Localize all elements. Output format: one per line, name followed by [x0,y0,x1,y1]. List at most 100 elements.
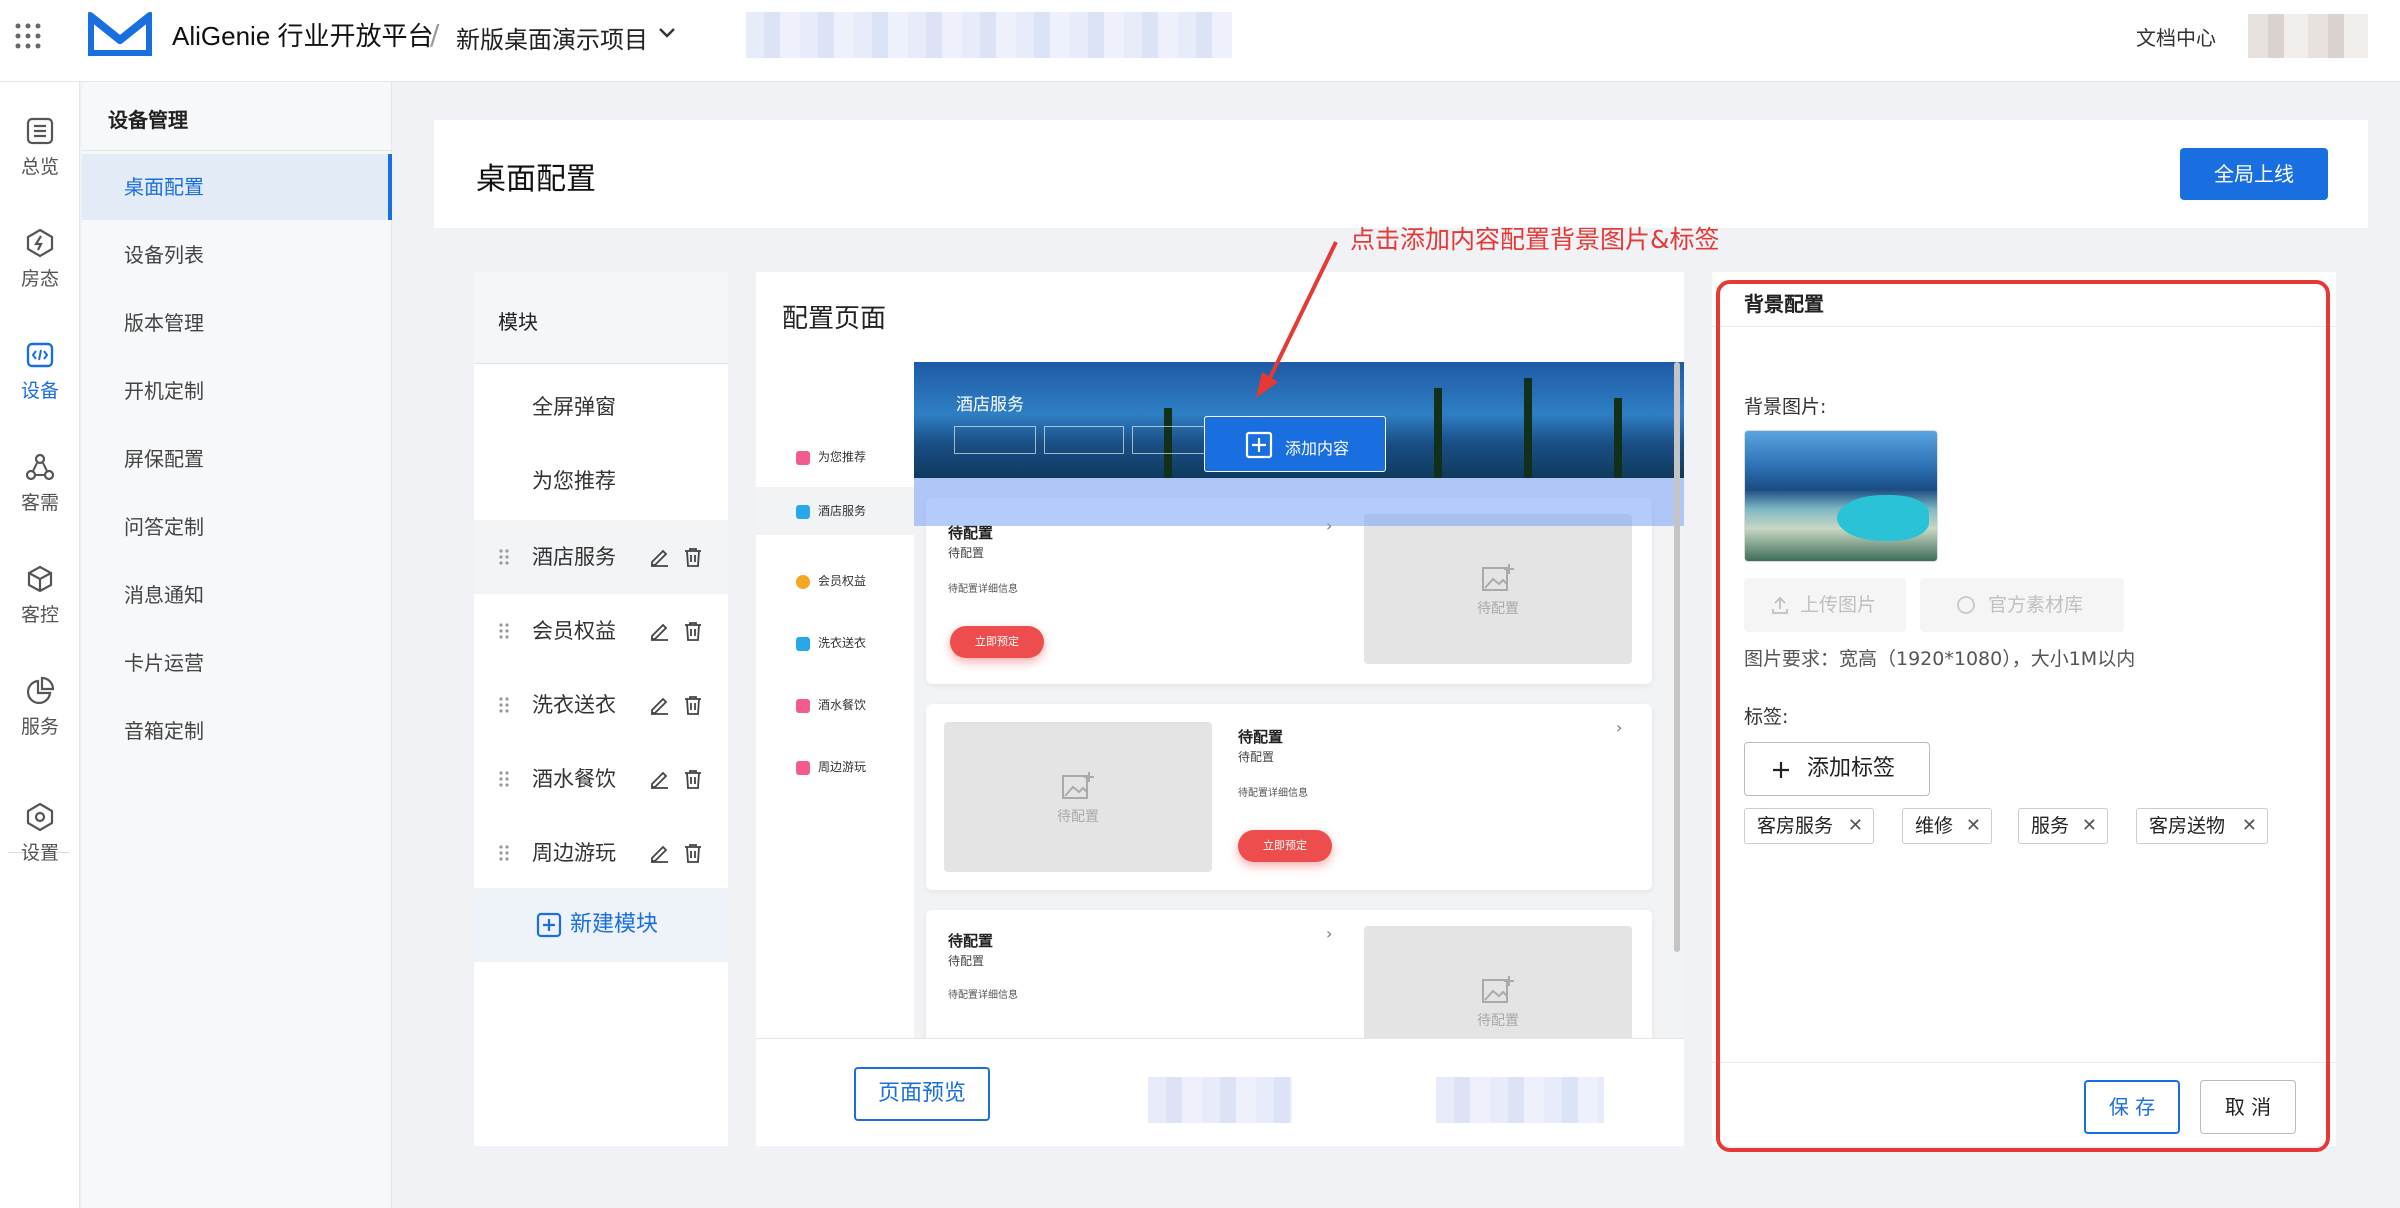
rail-item-services[interactable]: 服务 [0,676,80,739]
chevron-down-icon[interactable] [658,26,676,40]
rail-label: 房态 [20,268,59,290]
module-item[interactable]: 酒店服务 [474,520,728,594]
rail-label: 客控 [20,604,59,626]
preview-scrollbar[interactable] [1674,362,1680,952]
banner-tab[interactable] [954,426,1036,454]
annotation-text: 点击添加内容配置背景图片&标签 [1350,225,1720,254]
card-title: 待配置 [1238,728,1284,746]
chevron-right-icon[interactable]: › [1326,924,1332,943]
module-label: 洗衣送衣 [532,693,616,717]
subnav-item-boot[interactable]: 开机定制 [82,358,392,424]
palm-shape [1614,398,1622,478]
rail-label: 总览 [20,156,59,178]
subnav-item-device-list[interactable]: 设备列表 [82,222,392,288]
aligenie-logo[interactable] [88,12,152,58]
category-label: 周边游玩 [818,760,867,774]
banner-tab[interactable] [1044,426,1124,454]
redacted-button[interactable] [1436,1077,1604,1123]
drag-handle-icon[interactable] [498,622,510,640]
image-placeholder[interactable]: 待配置 [944,722,1212,872]
drag-handle-icon[interactable] [498,770,510,788]
config-footer: 页面预览 [756,1038,1684,1146]
module-item[interactable]: 洗衣送衣 [474,668,728,742]
subnav-item-messages[interactable]: 消息通知 [82,562,392,628]
edit-icon[interactable] [648,620,670,642]
image-add-icon [1062,772,1094,799]
rail-item-overview[interactable]: 总览 [0,116,80,179]
breadcrumb-separator: / [430,18,440,51]
category-label: 会员权益 [818,574,867,588]
highlight-box [1716,280,2330,1152]
code-icon [26,342,54,368]
chevron-right-icon[interactable]: › [1616,718,1622,737]
preview-category-list: 为您推荐 酒店服务 会员权益 洗衣送衣 酒水餐饮 周边游玩 [756,362,914,1038]
content-card[interactable]: 待配置 待配置 待配置详细信息 › 待配置 [926,910,1652,1038]
module-item[interactable]: 会员权益 [474,594,728,668]
divider [82,150,392,151]
project-selector[interactable]: 新版桌面演示项目 [456,20,648,55]
module-item[interactable]: 酒水餐饮 [474,742,728,816]
trash-icon[interactable] [682,768,704,790]
category-icon [796,698,810,713]
trash-icon[interactable] [682,842,704,864]
content-card[interactable]: 待配置 待配置 待配置 待配置详细信息 立即预定 › [926,704,1652,890]
rail-item-settings[interactable]: 设置 [0,802,80,865]
brand-title: AliGenie 行业开放平台 [172,21,434,51]
module-item[interactable]: 全屏弹窗 [474,370,728,444]
docs-center-link[interactable]: 文档中心 [2136,22,2216,51]
drag-handle-icon[interactable] [498,844,510,862]
rail-label: 客需 [20,492,59,514]
rail-item-room-status[interactable]: 房态 [0,228,80,291]
preview-category[interactable]: 洗衣送衣 [796,634,866,651]
redacted-button[interactable] [1148,1077,1292,1123]
rail-item-guest-needs[interactable]: 客需 [0,452,80,515]
preview-category[interactable]: 会员权益 [796,572,866,589]
subnav-item-qa[interactable]: 问答定制 [82,494,392,560]
module-label: 会员权益 [532,619,616,643]
book-now-button[interactable]: 立即预定 [950,626,1044,658]
new-module-button[interactable]: 新建模块 [474,888,728,962]
module-label: 周边游玩 [532,841,616,865]
subnav-item-screensaver[interactable]: 屏保配置 [82,426,392,492]
book-now-button[interactable]: 立即预定 [1238,830,1332,862]
preview-category[interactable]: 酒水餐饮 [796,696,866,713]
rail-label: 设置 [20,842,59,864]
apps-grid-icon[interactable] [14,22,42,50]
modules-header: 模块 [474,272,728,364]
cube-icon [27,565,53,593]
banner-tab[interactable] [1132,426,1212,454]
placeholder-label: 待配置 [1057,809,1099,825]
preview-category[interactable]: 为您推荐 [796,448,866,465]
rail-item-devices[interactable]: 设备 [0,340,80,403]
add-content-button[interactable]: 添加内容 [1204,416,1386,472]
category-label: 酒水餐饮 [818,698,867,712]
nodes-icon [25,453,55,481]
preview-category[interactable]: 周边游玩 [796,758,866,775]
avatar[interactable] [2248,14,2368,58]
preview-category[interactable]: 酒店服务 [756,487,914,535]
module-item[interactable]: 周边游玩 [474,816,728,890]
rail-label: 设备 [20,380,59,402]
edit-icon[interactable] [648,546,670,568]
drag-handle-icon[interactable] [498,696,510,714]
image-placeholder[interactable]: 待配置 [1364,514,1632,664]
module-item[interactable]: 为您推荐 [474,444,728,518]
global-online-button[interactable]: 全局上线 [2180,148,2328,200]
rail-item-guest-control[interactable]: 客控 [0,564,80,627]
edit-icon[interactable] [648,842,670,864]
page-header: 桌面配置 全局上线 [434,120,2368,228]
subnav-item-speaker[interactable]: 音箱定制 [82,698,392,764]
edit-icon[interactable] [648,694,670,716]
subnav-item-cards[interactable]: 卡片运营 [82,630,392,696]
redacted-area [746,12,1232,58]
drag-handle-icon[interactable] [498,548,510,566]
module-label: 酒水餐饮 [532,767,616,791]
image-placeholder[interactable]: 待配置 [1364,926,1632,1038]
trash-icon[interactable] [682,694,704,716]
trash-icon[interactable] [682,546,704,568]
page-preview-button[interactable]: 页面预览 [854,1067,990,1121]
edit-icon[interactable] [648,768,670,790]
subnav-item-version[interactable]: 版本管理 [82,290,392,356]
subnav-item-desktop-config[interactable]: 桌面配置 [82,154,392,220]
trash-icon[interactable] [682,620,704,642]
